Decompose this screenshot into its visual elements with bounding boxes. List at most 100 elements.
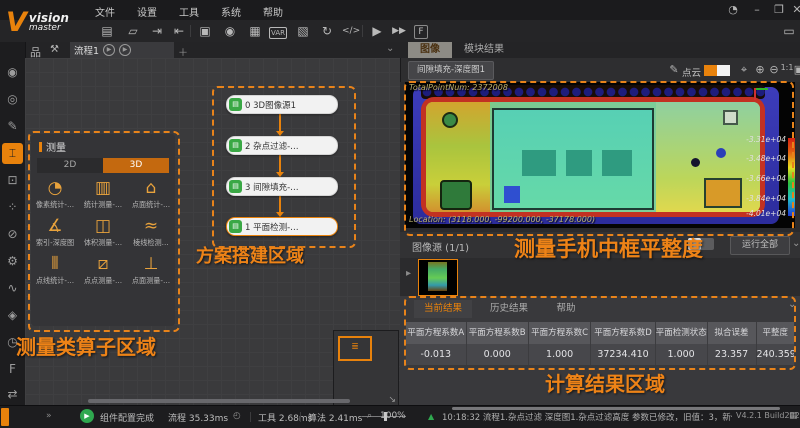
strip-pointcloud-icon[interactable]: ⁘ (2, 197, 23, 218)
fit-view-icon[interactable]: ⌖ (736, 63, 752, 77)
capture-icon[interactable]: ▣ (791, 63, 800, 76)
results-hscrollbar[interactable] (452, 407, 780, 410)
operator-pointpoint-measure[interactable]: ⧄点点测量-… (79, 253, 127, 286)
pointcloud-color-swatch-orange[interactable] (704, 65, 717, 76)
strip-measure-icon[interactable]: ⌶ (2, 143, 23, 164)
open-icon[interactable]: ▱ (124, 23, 142, 39)
depth-image-viewer[interactable]: TotalPointNum: 2372008 Location: (3118.0… (405, 82, 795, 228)
minimize-icon[interactable]: – (748, 3, 766, 16)
flow-node-image-source[interactable]: ▤ 0 3D图像源1 (226, 95, 338, 114)
menu-file[interactable]: 文件 (95, 4, 115, 19)
box-icon: ◫ (79, 215, 127, 237)
restore-icon[interactable]: ❐ (770, 3, 788, 16)
tab-image[interactable]: 图像 (408, 42, 452, 58)
canvas-hscrollbar[interactable] (88, 399, 350, 403)
tab-history-result[interactable]: 历史结果 (480, 300, 538, 318)
strip-chart-icon[interactable]: ∿ (2, 278, 23, 299)
tab-2d[interactable]: 2D (37, 158, 103, 173)
tabrow-chevron-icon[interactable]: ⌄ (386, 43, 394, 54)
strip-comm-icon[interactable]: ⇄ (2, 384, 23, 405)
strip-image-proc-icon[interactable]: ⚙ (2, 251, 23, 272)
wrench-icon[interactable]: ⚒ (50, 44, 59, 55)
run-flow-continuous-icon[interactable]: ▶ (119, 44, 131, 56)
pencil-icon[interactable]: ✎ (666, 63, 682, 76)
operator-volume-measure[interactable]: ◫体积测量-… (79, 215, 127, 248)
strip-camera-icon[interactable]: ◉ (2, 62, 23, 83)
pointcloud-color-swatch-white[interactable] (717, 65, 730, 76)
node-icon: ▤ (229, 180, 242, 193)
strip-filter-icon[interactable]: ⊘ (2, 224, 23, 245)
flow-node-plane-detect[interactable]: ▤ 1 平面检测-… (226, 217, 338, 236)
window-layout-icon[interactable]: ▣ (196, 23, 214, 39)
folder-icon[interactable]: ▭ (780, 23, 798, 39)
flow-node-gap-fill[interactable]: ▤ 3 间隙填充-… (226, 177, 338, 196)
tab-module-result[interactable]: 模块结果 (456, 42, 512, 58)
pointcloud-label: 点云 (682, 65, 701, 79)
operator-dim-tabs: 2D 3D (37, 158, 169, 173)
strip-locate-icon[interactable]: ◎ (2, 89, 23, 110)
minimap[interactable]: ≣ ↘ (333, 330, 399, 406)
tab-current-result[interactable]: 当前结果 (414, 300, 472, 318)
run-once-icon[interactable]: ▶ (368, 23, 386, 39)
menu-tools[interactable]: 工具 (179, 4, 199, 19)
close-icon[interactable]: ✕ (788, 3, 800, 16)
operator-pointplane-stat[interactable]: ⌂点面统计-… (127, 177, 175, 210)
image-icon[interactable]: ▧ (294, 23, 312, 39)
operator-pointline-stat[interactable]: ⫴点线统计-… (31, 253, 79, 286)
strip-position-icon[interactable]: ⊡ (2, 170, 23, 191)
formula-icon[interactable]: F (414, 25, 428, 39)
thumbnail-selected[interactable] (418, 259, 458, 296)
collapsed-panel-tab[interactable] (1, 408, 9, 426)
annotation-scheme-area: 方案搭建区域 (196, 242, 304, 268)
refresh-icon[interactable]: ↻ (318, 23, 336, 39)
operator-edge-detect[interactable]: ≈棱线检测… (127, 215, 175, 248)
module-grid-icon[interactable]: ▦ (246, 23, 264, 39)
strip-tag-icon[interactable]: ◈ (2, 305, 23, 326)
operator-pointplane-measure[interactable]: ⊥点面测量-… (127, 253, 175, 286)
variable-icon[interactable]: VAR (269, 23, 287, 39)
import-icon[interactable]: ⇥ (148, 23, 166, 39)
tab-help[interactable]: 帮助 (548, 300, 584, 318)
operator-index-depth[interactable]: ∡索引-深度图 (31, 215, 79, 248)
operator-label: 棱线检测… (128, 237, 174, 247)
flow-node-noise-filter[interactable]: ▤ 2 杂点过滤-… (226, 136, 338, 155)
operator-pixel-stat[interactable]: ◔像素统计-… (31, 177, 79, 210)
tab-3d[interactable]: 3D (103, 158, 169, 173)
status-expand-icon[interactable]: » (46, 411, 52, 421)
operator-stat-measure[interactable]: ▥统计测量-… (79, 177, 127, 210)
results-table-row[interactable]: -0.013 0.000 1.000 37234.410 1.000 23.35… (406, 344, 795, 365)
resize-handle-icon[interactable]: ↘ (388, 395, 396, 405)
script-icon[interactable]: </> (342, 23, 360, 39)
run-flow-icon[interactable]: ▶ (103, 44, 115, 56)
tab-flow1[interactable]: 流程1 ▶ ▶ (70, 42, 174, 58)
menu-system[interactable]: 系统 (221, 4, 241, 19)
source-row-chevron-icon[interactable]: ⌄ (792, 238, 800, 249)
building-icon: ⌂ (127, 177, 175, 199)
value-coefC: 1.000 (529, 344, 591, 365)
scale-label: -3.48e+04 (746, 154, 786, 163)
status-grid-icon[interactable]: ▦ (789, 411, 798, 421)
run-continuous-icon[interactable]: ▶▶ (390, 23, 408, 39)
node-label: 2 杂点过滤-… (245, 140, 299, 152)
monitor-icon[interactable]: ◔ (724, 3, 742, 16)
minimap-viewport[interactable]: ≣ (338, 336, 372, 361)
menu-settings[interactable]: 设置 (137, 4, 157, 19)
results-chevron-icon[interactable]: ⌄ (788, 299, 796, 310)
add-flow-icon[interactable]: ＋ (178, 44, 188, 59)
magnifier-icon[interactable]: ⌕ (367, 411, 372, 421)
save-icon[interactable]: ▤ (98, 23, 116, 39)
value-coefB: 0.000 (467, 344, 529, 365)
thumb-expand-icon[interactable]: ▸ (406, 268, 411, 279)
strip-image-edit-icon[interactable]: ✎ (2, 116, 23, 137)
node-icon: ▤ (229, 98, 242, 111)
log-up-triangle-icon[interactable]: ▲ (428, 412, 434, 421)
camera-icon[interactable]: ◉ (221, 23, 239, 39)
export-icon[interactable]: ⇤ (170, 23, 188, 39)
display-source-select[interactable]: 间隙填充-深度图1 (408, 61, 494, 80)
run-all-button[interactable]: 运行全部 (730, 236, 790, 255)
menu-help[interactable]: 帮助 (263, 4, 283, 19)
operator-panel: 测量 2D 3D ◔像素统计-… ▥统计测量-… ⌂点面统计-… ∡索引-深度图… (31, 134, 175, 326)
header-coefC: 平面方程系数C (529, 322, 591, 344)
scale-label: -4.01e+04 (746, 209, 786, 218)
strip-formula-icon[interactable]: F (2, 359, 23, 380)
